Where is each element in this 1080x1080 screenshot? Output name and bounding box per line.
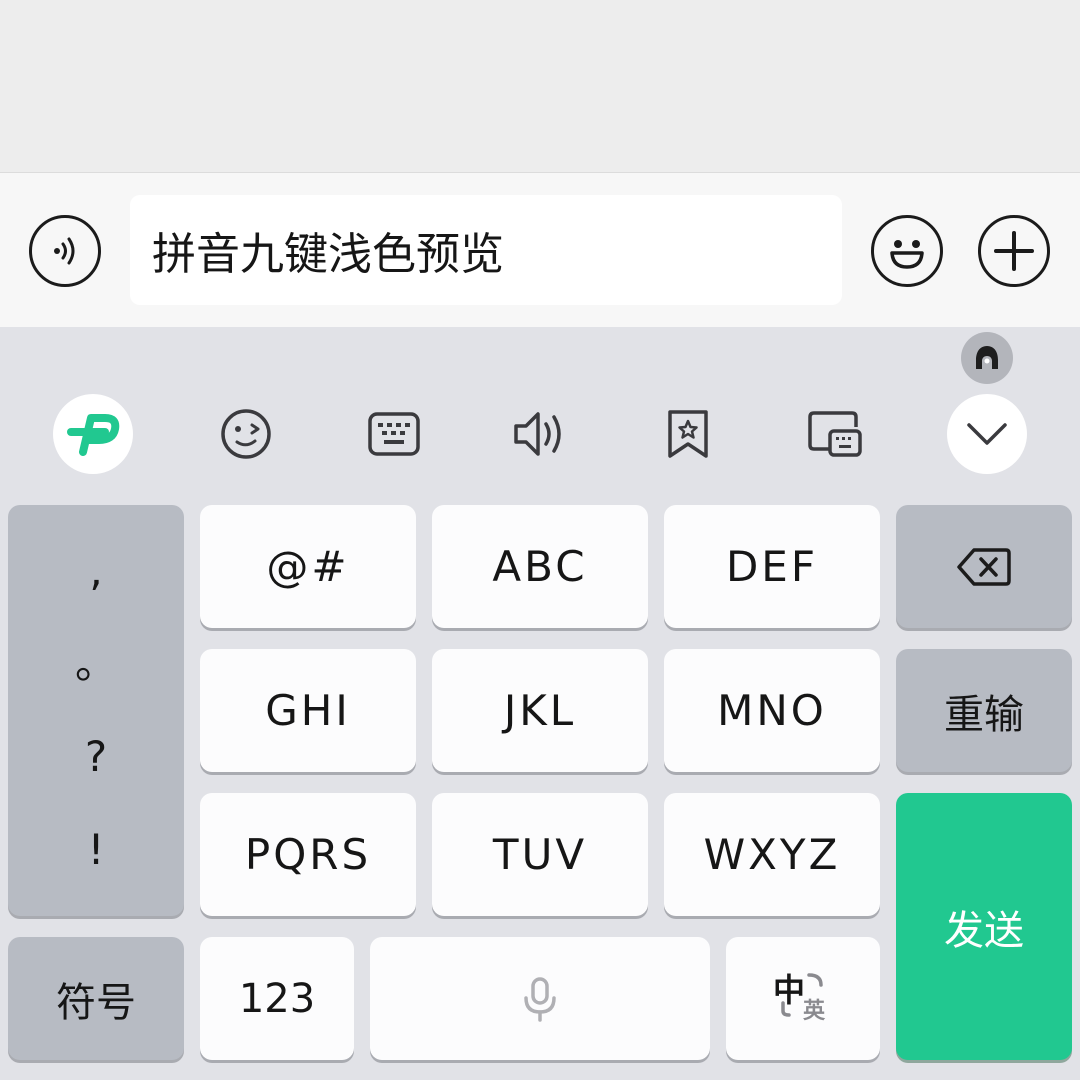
key-label: PQRS xyxy=(244,830,372,879)
key-label: MNO xyxy=(717,686,827,735)
key-abc[interactable]: ABC xyxy=(432,505,648,628)
key-jkl[interactable]: JKL xyxy=(432,649,648,772)
app-logo-icon xyxy=(67,414,120,456)
key-mno[interactable]: MNO xyxy=(664,649,880,772)
speaker-icon xyxy=(514,412,561,456)
send-key[interactable]: 发送 xyxy=(896,793,1072,1060)
key-label: JKL xyxy=(503,686,577,735)
backspace-key[interactable] xyxy=(896,505,1072,628)
emoji-button[interactable] xyxy=(871,215,943,287)
space-voice-key[interactable] xyxy=(370,937,710,1060)
send-label: 发送 xyxy=(944,907,1024,954)
emoji-icon xyxy=(890,240,924,269)
keyboard-icon xyxy=(368,412,420,456)
backspace-icon xyxy=(957,547,1011,586)
key-tuv[interactable]: TUV xyxy=(432,793,648,916)
key-label: WXYZ xyxy=(703,830,841,879)
punct-question-key[interactable]: ? xyxy=(85,735,107,778)
more-actions-button[interactable] xyxy=(978,215,1050,287)
chat-content-area xyxy=(0,0,1080,173)
symbols-label: 符号 xyxy=(56,979,136,1026)
voice-input-button[interactable] xyxy=(29,215,101,287)
key-label: ABC xyxy=(492,542,588,591)
chat-input-bar: 拼音九键浅色预览 xyxy=(0,173,1080,327)
plus-icon xyxy=(994,231,1034,271)
floating-keyboard-button[interactable] xyxy=(795,394,875,474)
voice-icon xyxy=(54,237,75,265)
microphone-icon xyxy=(524,976,556,1022)
key-label: @# xyxy=(266,542,350,591)
punct-period-key[interactable]: 。 xyxy=(75,643,117,685)
keyboard-switch-button[interactable] xyxy=(354,394,434,474)
numbers-key[interactable]: 123 xyxy=(200,937,354,1060)
message-text-field[interactable]: 拼音九键浅色预览 xyxy=(130,195,842,305)
reinput-label: 重输 xyxy=(944,691,1024,738)
chevron-down-icon xyxy=(967,423,1007,445)
symbols-key[interactable]: 符号 xyxy=(8,937,184,1060)
mini-assistant-badge[interactable] xyxy=(961,332,1013,384)
message-text-value: 拼音九键浅色预览 xyxy=(152,229,504,280)
key-ghi[interactable]: GHI xyxy=(200,649,416,772)
wink-emoji-icon xyxy=(221,409,271,459)
key-wxyz[interactable]: WXYZ xyxy=(664,793,880,916)
floating-keyboard-icon xyxy=(808,411,862,457)
punct-comma-key[interactable]: , xyxy=(89,550,102,592)
lang-switch-arrows-icon xyxy=(781,972,823,1017)
key-label: DEF xyxy=(725,542,819,591)
key-def[interactable]: DEF xyxy=(664,505,880,628)
key-label: TUV xyxy=(492,830,588,879)
sound-button[interactable] xyxy=(501,394,581,474)
lang-toggle-glyph: 中 英 xyxy=(773,969,833,1029)
reinput-key[interactable]: 重输 xyxy=(896,649,1072,772)
emoji-panel-button[interactable] xyxy=(206,394,286,474)
punctuation-column: , 。 ? ! xyxy=(8,505,184,916)
key-pqrs[interactable]: PQRS xyxy=(200,793,416,916)
numbers-label: 123 xyxy=(238,975,316,1022)
punct-exclaim-key[interactable]: ! xyxy=(88,828,105,871)
key-symbols-at-hash[interactable]: @# xyxy=(200,505,416,628)
assistant-icon xyxy=(976,346,998,369)
bookmark-star-icon xyxy=(668,410,708,458)
collapse-keyboard-button[interactable] xyxy=(947,394,1027,474)
lang-toggle-key[interactable]: 中 英 xyxy=(726,937,880,1060)
ime-logo-button[interactable] xyxy=(53,394,133,474)
key-label: GHI xyxy=(265,686,351,735)
favorites-button[interactable] xyxy=(648,394,728,474)
